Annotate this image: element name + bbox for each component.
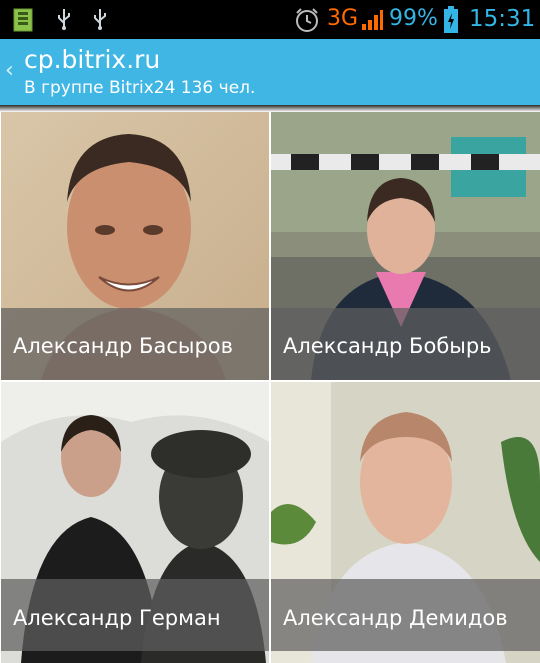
status-bar: 3G 99% 15:31 — [0, 0, 540, 39]
member-name: Александр Демидов — [283, 606, 508, 630]
action-bar-shadow — [0, 105, 540, 112]
members-grid: Александр Басыров Александр Бобырь Алекс… — [0, 112, 540, 663]
clock: 15:31 — [469, 6, 536, 32]
page-title: cp.bitrix.ru — [24, 45, 161, 74]
network-type: 3G — [327, 6, 359, 31]
usb-icon — [92, 8, 108, 34]
member-name: Александр Басыров — [13, 334, 234, 358]
member-tile[interactable]: Александр Герман — [1, 382, 269, 663]
member-caption: Александр Демидов — [271, 579, 540, 651]
alarm-icon — [294, 7, 320, 37]
member-name: Александр Бобырь — [283, 334, 492, 358]
member-tile[interactable]: Александр Демидов — [271, 382, 540, 663]
usb-icon — [56, 8, 72, 34]
member-name: Александр Герман — [13, 606, 221, 630]
battery-percent: 99% — [389, 6, 438, 31]
member-caption: Александр Бобырь — [271, 308, 540, 380]
member-caption: Александр Герман — [1, 579, 269, 651]
battery-icon — [443, 6, 459, 38]
page-subtitle: В группе Bitrix24 136 чел. — [24, 78, 256, 98]
signal-icon — [361, 9, 383, 35]
member-caption: Александр Басыров — [1, 308, 269, 380]
member-tile[interactable]: Александр Басыров — [1, 112, 269, 380]
sd-card-icon — [13, 8, 33, 36]
member-tile[interactable]: Александр Бобырь — [271, 112, 540, 380]
back-chevron-icon[interactable]: ‹ — [5, 60, 14, 82]
action-bar[interactable]: ‹ cp.bitrix.ru В группе Bitrix24 136 чел… — [0, 39, 540, 105]
